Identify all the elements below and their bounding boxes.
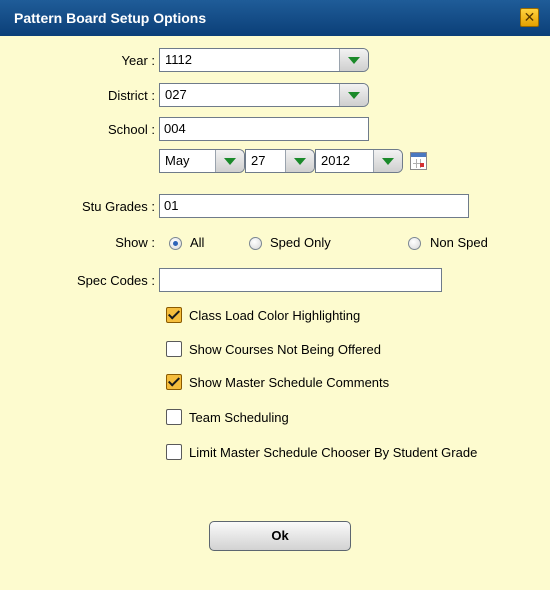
school-input[interactable]: 004 (159, 117, 369, 141)
limit-master-schedule-chooser-checkbox[interactable] (166, 444, 182, 460)
chevron-down-icon[interactable] (215, 150, 244, 172)
district-value: 027 (165, 87, 187, 102)
team-scheduling-label[interactable]: Team Scheduling (189, 410, 289, 425)
year-select[interactable]: 1112 (159, 48, 369, 72)
stu-grades-input[interactable]: 01 (159, 194, 469, 218)
show-sped-only-label[interactable]: Sped Only (270, 235, 331, 250)
show-label: Show : (115, 235, 155, 250)
team-scheduling-checkbox[interactable] (166, 409, 182, 425)
show-all-label[interactable]: All (190, 235, 204, 250)
month-value: May (165, 153, 190, 168)
dialog-titlebar: Pattern Board Setup Options ✕ (0, 0, 550, 36)
spec-codes-label: Spec Codes : (76, 273, 155, 288)
calendar-header (411, 153, 426, 157)
show-courses-not-offered-label[interactable]: Show Courses Not Being Offered (189, 342, 381, 357)
day-select[interactable]: 27 (245, 149, 315, 173)
month-select[interactable]: May (159, 149, 245, 173)
limit-master-schedule-chooser-label[interactable]: Limit Master Schedule Chooser By Student… (189, 445, 477, 460)
day-value: 27 (251, 153, 266, 168)
calendar-marker (420, 163, 424, 167)
show-courses-not-offered-checkbox[interactable] (166, 341, 182, 357)
class-load-color-label[interactable]: Class Load Color Highlighting (189, 308, 360, 323)
show-non-sped-radio[interactable] (408, 237, 421, 250)
spec-codes-input[interactable] (159, 268, 442, 292)
show-master-schedule-comments-checkbox[interactable] (166, 374, 182, 390)
show-master-schedule-comments-label[interactable]: Show Master Schedule Comments (189, 375, 389, 390)
show-sped-only-radio[interactable] (249, 237, 262, 250)
chevron-down-icon[interactable] (285, 150, 314, 172)
class-load-color-checkbox[interactable] (166, 307, 182, 323)
close-icon[interactable]: ✕ (520, 8, 539, 27)
year-label: Year : (121, 53, 156, 68)
year-value: 1112 (165, 52, 192, 67)
district-select[interactable]: 027 (159, 83, 369, 107)
ok-button[interactable]: Ok (209, 521, 351, 551)
stu-grades-label: Stu Grades : (82, 199, 155, 214)
pattern-board-setup-dialog: Pattern Board Setup Options ✕ Year : 111… (0, 0, 550, 590)
chevron-down-icon[interactable] (339, 84, 368, 106)
show-all-radio[interactable] (169, 237, 182, 250)
dialog-title: Pattern Board Setup Options (14, 10, 207, 26)
year-date-value: 2012 (321, 153, 350, 168)
school-label: School : (108, 122, 155, 137)
district-label: District : (108, 88, 155, 103)
chevron-down-icon[interactable] (339, 49, 368, 71)
chevron-down-icon[interactable] (373, 150, 402, 172)
show-non-sped-label[interactable]: Non Sped (430, 235, 488, 250)
year-date-select[interactable]: 2012 (315, 149, 403, 173)
calendar-icon[interactable] (410, 152, 427, 170)
